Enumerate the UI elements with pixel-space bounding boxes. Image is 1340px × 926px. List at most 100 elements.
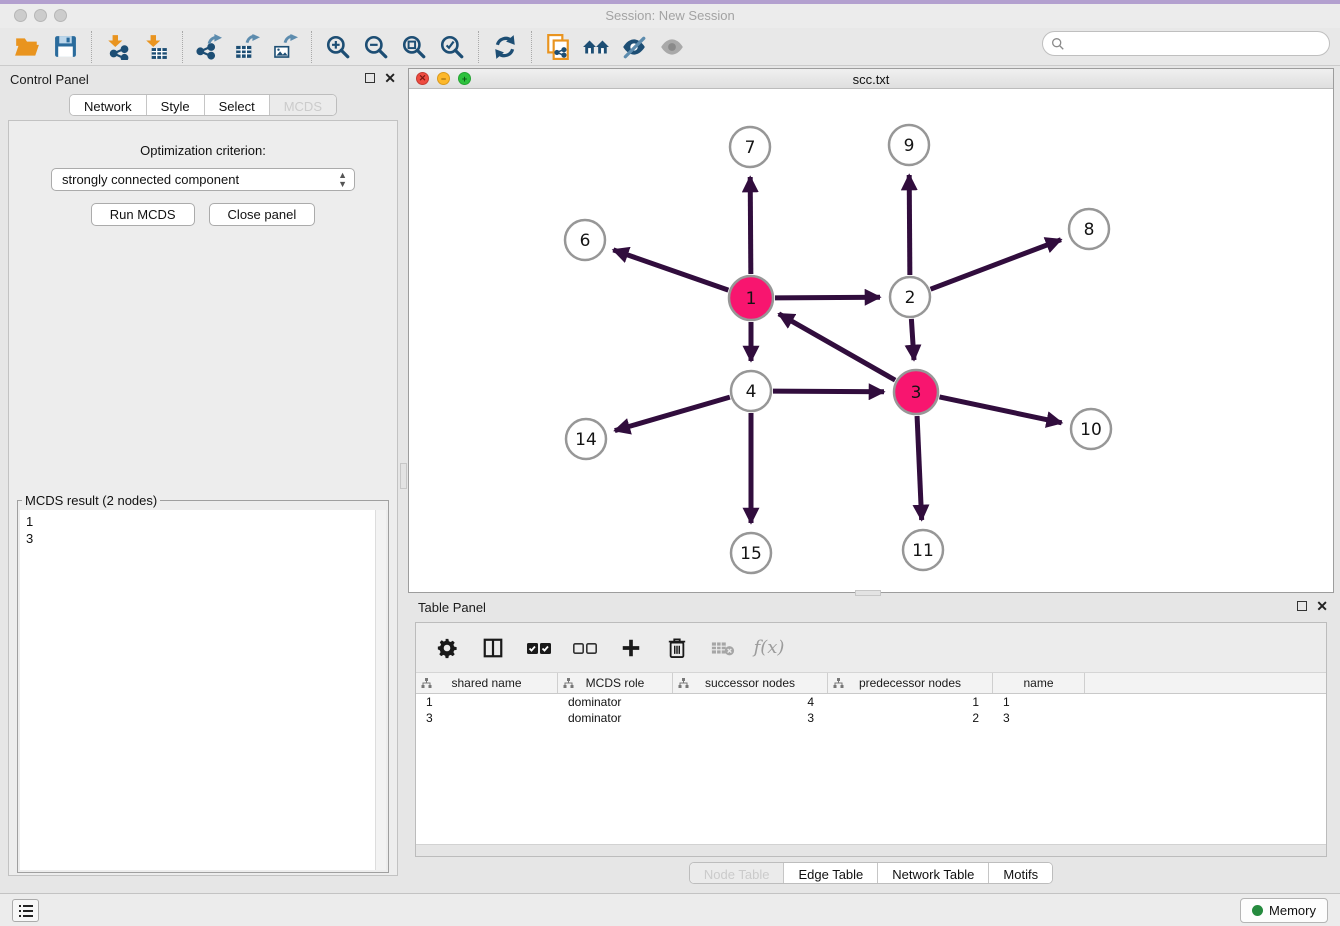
mcds-result-text: 13 (20, 510, 386, 547)
zoom-in-icon[interactable] (319, 30, 357, 64)
tab-motifs[interactable]: Motifs (989, 863, 1052, 883)
search-field[interactable] (1042, 31, 1330, 56)
memory-status-icon (1252, 905, 1263, 916)
delete-row-icon[interactable] (664, 635, 690, 661)
vertical-splitter-handle[interactable] (400, 463, 407, 489)
graph-node-label: 9 (904, 136, 915, 156)
tab-node-table[interactable]: Node Table (690, 863, 785, 883)
table-body: 1dominator4113dominator323 (416, 694, 1326, 844)
graph-node-label: 14 (575, 430, 597, 450)
table-cell: 3 (673, 710, 828, 726)
deselect-all-icon[interactable] (572, 635, 598, 661)
criterion-value: strongly connected component (62, 172, 239, 187)
graph-edge-3-11[interactable] (917, 416, 922, 520)
memory-button[interactable]: Memory (1240, 898, 1328, 923)
settings-gear-icon[interactable] (434, 635, 460, 661)
select-all-icon[interactable] (526, 635, 552, 661)
table-cell: dominator (558, 710, 673, 726)
table-hscrollbar[interactable] (416, 844, 1326, 856)
duplicate-network-icon[interactable] (539, 30, 577, 64)
graph-node-label: 1 (746, 289, 757, 309)
mcds-panel: Optimization criterion: strongly connect… (8, 120, 398, 876)
result-line: 3 (26, 530, 386, 547)
table-row[interactable]: 3dominator323 (416, 710, 1326, 726)
graph-edge-1-7[interactable] (750, 177, 751, 274)
network-window-titlebar[interactable]: ✕ − + scc.txt (409, 69, 1333, 89)
hierarchy-icon (421, 678, 432, 689)
search-input[interactable] (1070, 35, 1329, 52)
hide-selected-icon[interactable] (615, 30, 653, 64)
graph-node-label: 10 (1080, 420, 1102, 440)
close-panel-icon[interactable]: ✕ (384, 73, 396, 83)
run-mcds-button[interactable]: Run MCDS (91, 203, 195, 226)
graph-node-label: 7 (745, 138, 756, 158)
mcds-result-group: MCDS result (2 nodes) 13 (17, 493, 389, 873)
criterion-dropdown[interactable]: strongly connected component ▲▼ (51, 168, 355, 191)
hierarchy-icon (833, 678, 844, 689)
zoom-selected-icon[interactable] (433, 30, 471, 64)
graph-edge-3-1[interactable] (779, 314, 895, 380)
toolbar-separator (478, 31, 479, 63)
import-network-icon[interactable] (99, 30, 137, 64)
graph-node-label: 2 (905, 288, 916, 308)
import-table-icon[interactable] (137, 30, 175, 64)
graph-edge-1-2[interactable] (775, 297, 880, 298)
column-header-shared-name[interactable]: shared name (416, 673, 558, 693)
table-row[interactable]: 1dominator411 (416, 694, 1326, 710)
tab-network[interactable]: Network (70, 95, 147, 115)
show-column-icon[interactable] (480, 635, 506, 661)
graph-edge-3-10[interactable] (939, 397, 1061, 423)
refresh-icon[interactable] (486, 30, 524, 64)
graph-edge-4-3[interactable] (773, 391, 884, 392)
table-cell: 1 (993, 694, 1085, 710)
toolbar-separator (531, 31, 532, 63)
add-row-icon[interactable] (618, 635, 644, 661)
column-header-mcds-role[interactable]: MCDS role (558, 673, 673, 693)
open-session-icon[interactable] (8, 30, 46, 64)
graph-edge-1-6[interactable] (613, 250, 728, 290)
table-cell: 4 (673, 694, 828, 710)
network-canvas[interactable]: 7968124314101511 (409, 89, 1333, 592)
graph-edge-2-9[interactable] (909, 175, 910, 275)
tab-style[interactable]: Style (147, 95, 205, 115)
table-toolbar: f(x) (416, 623, 1326, 673)
tab-select[interactable]: Select (205, 95, 270, 115)
status-bar: Memory (0, 893, 1340, 926)
table-panel-title: Table Panel (418, 600, 486, 615)
export-network-icon[interactable] (190, 30, 228, 64)
hierarchy-icon (678, 678, 689, 689)
graph-edge-2-8[interactable] (931, 240, 1061, 290)
close-panel-button[interactable]: Close panel (209, 203, 316, 226)
first-neighbors-icon[interactable] (577, 30, 615, 64)
result-line: 1 (26, 513, 386, 530)
table-panel: Table Panel ✕ (408, 596, 1334, 888)
float-panel-icon[interactable] (365, 73, 375, 83)
toolbar-separator (91, 31, 92, 63)
export-image-icon[interactable] (266, 30, 304, 64)
save-session-icon[interactable] (46, 30, 84, 64)
table-float-panel-icon[interactable] (1297, 601, 1307, 611)
graph-edge-2-3[interactable] (911, 319, 914, 360)
task-history-button[interactable] (12, 899, 39, 922)
result-scrollbar[interactable] (375, 510, 386, 870)
column-header-predecessor-nodes[interactable]: predecessor nodes (828, 673, 993, 693)
memory-label: Memory (1269, 903, 1316, 918)
column-header-successor-nodes[interactable]: successor nodes (673, 673, 828, 693)
graph-edge-4-14[interactable] (615, 397, 730, 430)
delete-table-icon (710, 635, 736, 661)
table-close-panel-icon[interactable]: ✕ (1316, 601, 1328, 611)
table-cell: 3 (416, 710, 558, 726)
column-header-filler (1085, 673, 1326, 693)
tab-mcds[interactable]: MCDS (270, 95, 336, 115)
window-title: Session: New Session (0, 8, 1340, 23)
tab-edge-table[interactable]: Edge Table (784, 863, 878, 883)
table-header: shared name MCDS role successor nodes pr… (416, 673, 1326, 694)
export-table-icon[interactable] (228, 30, 266, 64)
column-header-name[interactable]: name (993, 673, 1085, 693)
network-window-title: scc.txt (409, 72, 1333, 87)
toolbar-separator (311, 31, 312, 63)
zoom-fit-icon[interactable] (395, 30, 433, 64)
zoom-out-icon[interactable] (357, 30, 395, 64)
tab-network-table[interactable]: Network Table (878, 863, 989, 883)
graph-node-label: 15 (740, 544, 762, 564)
